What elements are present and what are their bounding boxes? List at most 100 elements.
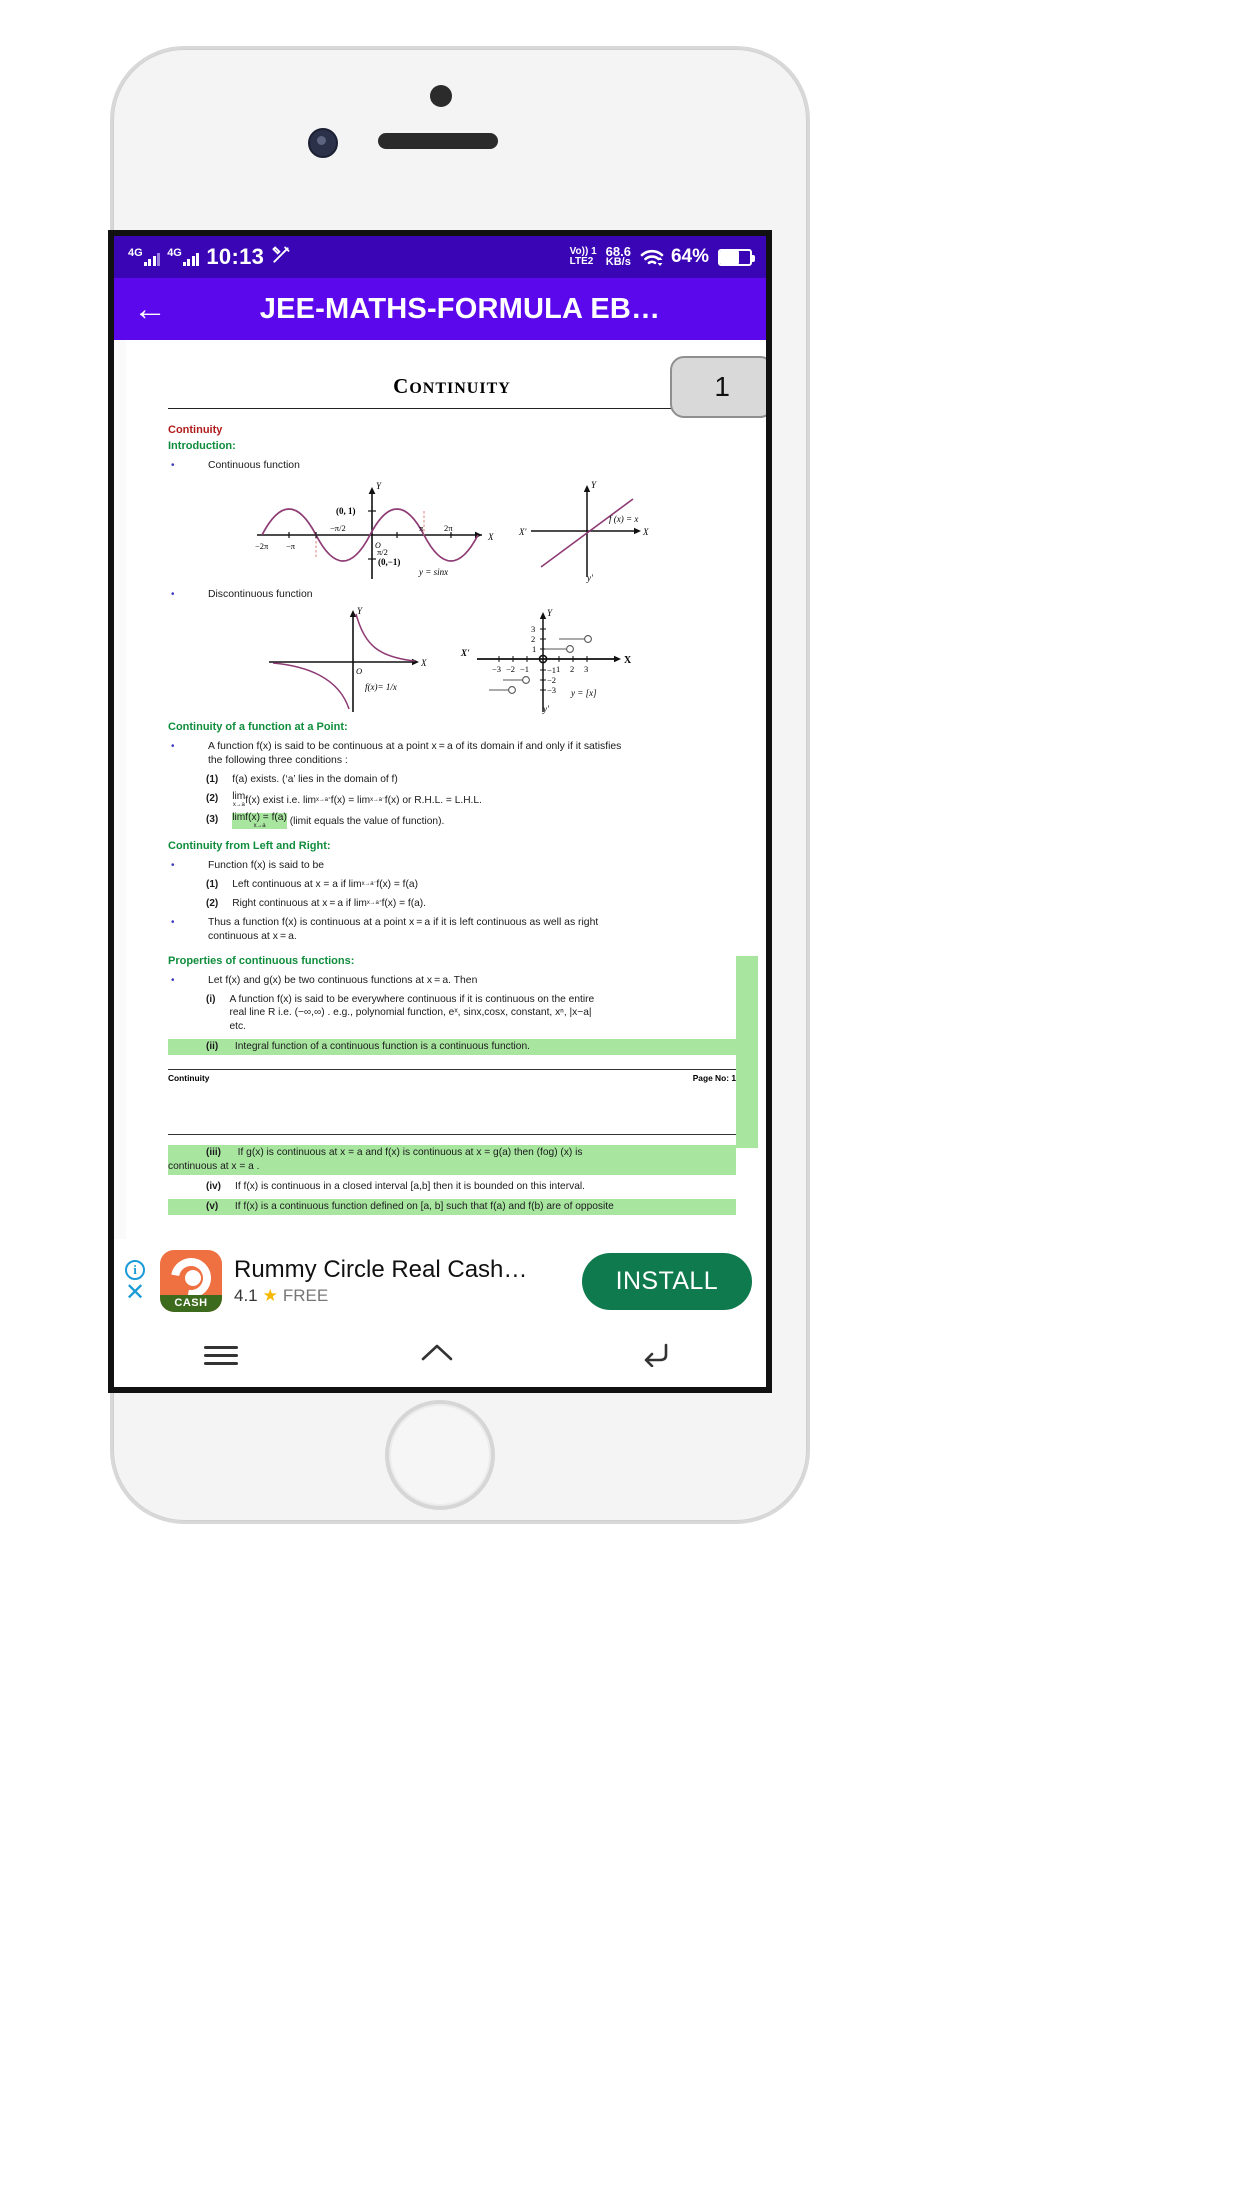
heading-properties: Properties of continuous functions: (168, 954, 355, 967)
bullet-discontinuous-function: • Discontinuous function (168, 588, 736, 602)
front-camera (308, 128, 338, 158)
network-type-label-2: 4G (167, 247, 182, 259)
svg-text:1: 1 (532, 644, 536, 654)
prop-iii-line-2: continuous at x = a . (168, 1161, 260, 1173)
volte-line-2: LTE2 (569, 256, 594, 267)
app-bar: ← JEE-MATHS-FORMULA EB… (114, 278, 766, 340)
point-condition-3: (3) limf(x) = f(a) x→a (limit equals the … (168, 812, 736, 830)
svg-text:f (x) = x: f (x) = x (609, 514, 638, 524)
point-3-highlight: limf(x) = f(a) x→a (232, 812, 287, 830)
prop-ii-number: (ii) (206, 1040, 219, 1052)
point-2-lim-3: x→a⁻ (370, 796, 385, 803)
menu-icon[interactable] (203, 1341, 238, 1370)
page-gap (168, 1084, 736, 1134)
title-divider (168, 408, 736, 410)
section-continuity-heading: Continuity (168, 424, 223, 437)
signal-indicator-sim2: 4G (167, 247, 200, 266)
svg-text:−2: −2 (547, 675, 556, 685)
prop-iv-number: (iv) (206, 1181, 221, 1193)
next-page-divider (168, 1134, 736, 1136)
svg-text:−2: −2 (506, 664, 515, 674)
prop-item-v: (v) If f(x) is a continuous function def… (168, 1198, 736, 1215)
lr-1-text-b: f(x) = f(a) (376, 879, 418, 891)
lr-2-text-b: f(x) = f(a). (381, 897, 426, 909)
heading-left-right: Continuity from Left and Right: (168, 840, 331, 853)
wifi-icon (640, 249, 664, 266)
svg-text:y = [x]: y = [x] (570, 688, 597, 698)
tools-icon (271, 245, 291, 270)
page-title: JEE-MATHS-FORMULA EB… (259, 292, 661, 325)
svg-text:2: 2 (531, 634, 535, 644)
page-number-badge: 1 (670, 356, 766, 418)
signal-bars-icon-2 (182, 252, 200, 266)
point-2-lim-2: x→a⁺ (316, 796, 331, 803)
prop-i-line-3: etc. (229, 1021, 246, 1033)
svg-text:π/2: π/2 (377, 547, 388, 557)
footer-right-label: Page No: 1 (692, 1072, 736, 1083)
graph-sine: X Y O (0, 1) (0,−1) −2π −π −π/2 π/2 π 2π… (255, 481, 494, 580)
svg-text:f(x)= 1/x: f(x)= 1/x (365, 682, 397, 692)
bullet-continuous-function: • Continuous function (168, 459, 736, 473)
point-3-text: (limit equals the value of function). (289, 815, 445, 827)
point-2-text-b: f(x) exist i.e. lim (245, 794, 317, 806)
svg-text:−1: −1 (520, 664, 529, 674)
bullet-icon: • (171, 860, 175, 872)
prop-item-i: (i) A function f(x) is said to be everyw… (168, 993, 736, 1034)
point-intro-line-2: the following three conditions : (208, 755, 348, 767)
status-clock: 10:13 (206, 244, 265, 269)
bullet-icon: • (171, 460, 175, 472)
document-heading-text: C (393, 374, 410, 398)
svg-text:Y: Y (547, 608, 553, 618)
svg-text:1: 1 (556, 664, 560, 674)
volte-indicator: Vo)) 1 LTE2 (570, 247, 597, 267)
bullet-continuous-label: Continuous function (208, 460, 300, 472)
point-intro-row: • A function f(x) is said to be continuo… (168, 740, 736, 768)
bullet-icon: • (171, 916, 175, 928)
svg-text:y': y' (542, 704, 550, 714)
star-icon: ★ (262, 1286, 278, 1305)
status-bar: 4G 4G 10:13 Vo)) 1 LTE2 68.6 KB/s 64% (114, 236, 766, 278)
svg-text:Y: Y (357, 606, 363, 616)
bullet-icon: • (171, 740, 175, 752)
info-icon[interactable]: i (125, 1260, 145, 1280)
scroll-highlight-bar (736, 956, 758, 1148)
signal-indicator-sim1: 4G (128, 248, 161, 266)
lr-1-text-a: Left continuous at x = a if lim (232, 879, 362, 891)
point-1-text: f(a) exists. (‘a’ lies in the domain of … (232, 774, 398, 786)
home-icon[interactable] (417, 1339, 457, 1372)
back-arrow-icon[interactable]: ← (130, 292, 170, 326)
svg-text:y': y' (586, 573, 594, 583)
svg-text:O: O (356, 666, 362, 676)
lr-1-number: (1) (206, 879, 219, 891)
prop-iii-number: (iii) (206, 1147, 221, 1159)
svg-text:π: π (419, 523, 424, 533)
lr-1-lim: x→a⁻ (361, 881, 377, 888)
point-condition-1: (1) f(a) exists. (‘a’ lies in the domain… (168, 773, 736, 787)
ad-app-icon: CASH (160, 1250, 222, 1312)
graph-row-discontinuous: X Y O f(x)= 1/x X' X Y y' 3 2 1 −1 −2 −3… (168, 604, 736, 714)
phone-home-button[interactable] (385, 1400, 495, 1510)
svg-text:−3: −3 (492, 664, 501, 674)
prop-intro-text: Let f(x) and g(x) be two continuous func… (208, 974, 478, 986)
close-icon[interactable]: ✕ (125, 1281, 145, 1305)
prop-iii-line-1: If g(x) is continuous at x = a and f(x) … (237, 1147, 583, 1159)
point-2-text-d: f(x) or R.H.L. = L.H.L. (384, 794, 482, 806)
document-heading-rest: ONTINUITY (409, 380, 511, 397)
ad-app-icon-label: CASH (160, 1295, 222, 1312)
ad-price: FREE (282, 1286, 329, 1305)
point-intro-line-1: A function f(x) is said to be continuous… (208, 740, 622, 752)
graph-floor: X' X Y y' 32 1 −1−2 −3 −3 −2 −1 12 3 y = … (460, 608, 632, 714)
document-viewer[interactable]: 1 CONTINUITY Continuity Introduction: • … (114, 340, 766, 1387)
battery-percent-label: 64% (670, 246, 709, 267)
svg-text:Y: Y (591, 480, 597, 490)
prop-i-line-1: A function f(x) is said to be everywhere… (229, 993, 595, 1005)
back-icon[interactable] (636, 1339, 676, 1372)
lr-2-text-a: Right continuous at x = a if lim (232, 897, 367, 909)
signal-bars-icon-1 (143, 252, 161, 266)
svg-text:X: X (487, 532, 494, 542)
prop-v-text: If f(x) is a continuous function defined… (234, 1200, 614, 1212)
prop-v-number: (v) (206, 1200, 219, 1212)
svg-text:X: X (642, 527, 649, 537)
install-button[interactable]: INSTALL (581, 1252, 752, 1310)
ad-banner[interactable]: i ✕ CASH Rummy Circle Real Cash… 4.1 ★ F… (114, 1239, 766, 1323)
